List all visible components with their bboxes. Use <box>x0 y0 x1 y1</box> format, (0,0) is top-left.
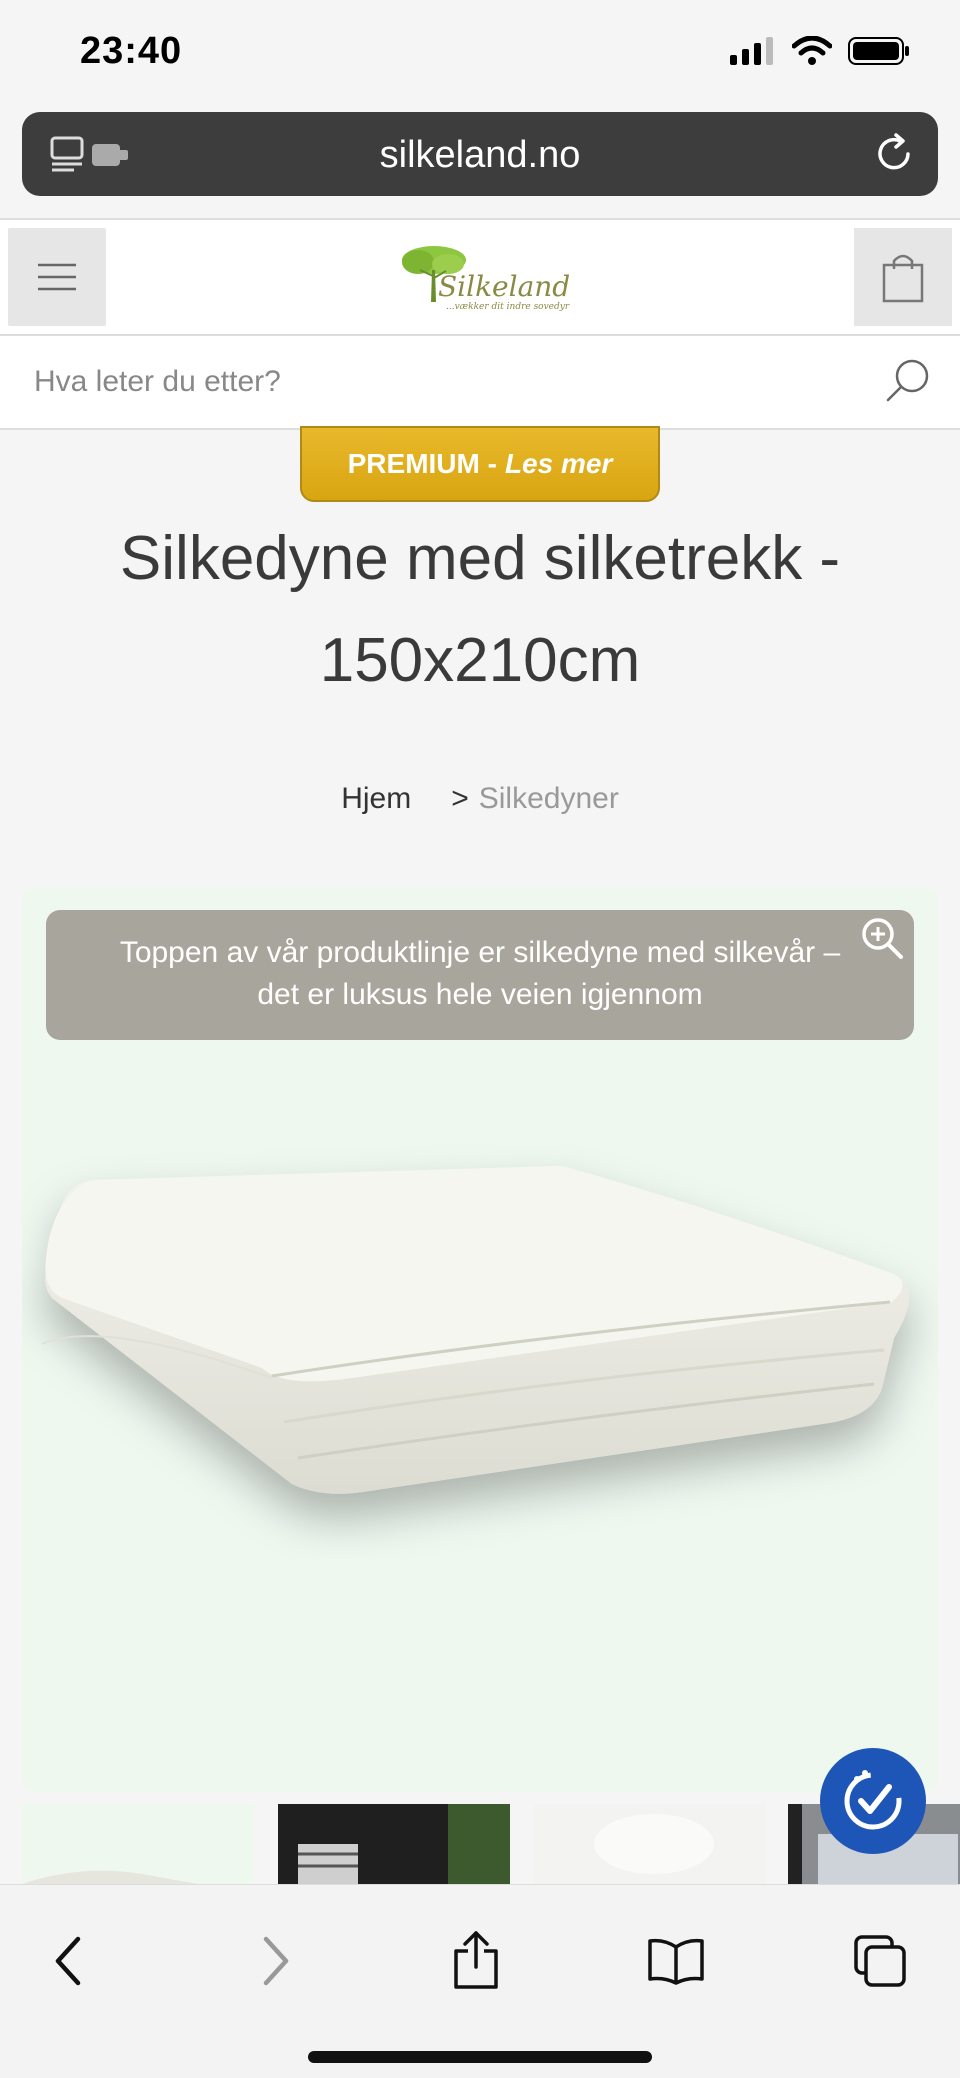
breadcrumb-home[interactable]: Hjem <box>341 782 411 816</box>
site-header: Silkeland ...vækker dit indre sovedyr <box>0 218 960 336</box>
product-content: PREMIUM - Les mer Silkedyne med silketre… <box>0 426 960 1894</box>
status-time: 23:40 <box>80 30 183 72</box>
menu-button[interactable] <box>8 228 106 326</box>
search-input[interactable] <box>34 356 854 408</box>
breadcrumb: Hjem > Silkedyner <box>0 782 960 816</box>
bookmarks-button[interactable] <box>636 1921 716 2001</box>
breadcrumb-current: Silkedyner <box>478 782 619 815</box>
premium-label: PREMIUM - <box>347 448 497 479</box>
read-more-link[interactable]: Les mer <box>505 448 612 480</box>
home-indicator <box>308 2051 652 2063</box>
signal-icon <box>730 37 773 65</box>
cart-button[interactable] <box>854 228 952 326</box>
chevron-right-icon <box>263 1936 289 1986</box>
wifi-icon <box>792 36 832 65</box>
logo-text: Silkeland <box>438 270 571 303</box>
product-title: Silkedyne med silketrekk - 150x210cm <box>119 524 841 695</box>
status-icons <box>730 36 910 66</box>
browser-toolbar <box>0 1884 960 2078</box>
book-icon <box>648 1938 704 1985</box>
breadcrumb-separator: > <box>451 782 469 815</box>
url-text[interactable]: silkeland.no <box>22 134 938 177</box>
logo-tagline: ...vækker dit indre sovedyr <box>446 302 570 312</box>
hamburger-icon <box>38 263 76 291</box>
accessibility-icon <box>844 1770 902 1830</box>
chevron-left-icon <box>55 1936 81 1986</box>
duvet-product-image <box>41 1166 909 1494</box>
thumbnail-3[interactable] <box>534 1804 766 1894</box>
address-bar[interactable]: silkeland.no <box>22 112 938 196</box>
thumbnail-strip <box>22 1804 960 1894</box>
share-button[interactable] <box>436 1921 516 2001</box>
image-caption: Toppen av vår produktlinje er silkedyne … <box>46 910 914 1040</box>
shopping-bag-icon <box>882 254 924 303</box>
reload-icon[interactable] <box>872 132 916 181</box>
thumbnail-2[interactable] <box>278 1804 510 1894</box>
thumbnail-1[interactable] <box>22 1804 254 1894</box>
back-button[interactable] <box>28 1921 108 2001</box>
accessibility-button[interactable] <box>820 1748 926 1854</box>
search-icon[interactable] <box>884 356 932 409</box>
premium-badge[interactable]: PREMIUM - Les mer <box>300 426 660 502</box>
forward-button[interactable] <box>236 1921 316 2001</box>
search-bar <box>0 336 960 430</box>
product-image-gallery[interactable]: Toppen av vår produktlinje er silkedyne … <box>22 888 938 1792</box>
battery-icon <box>848 37 909 65</box>
zoom-button[interactable] <box>852 908 912 968</box>
zoom-in-icon <box>862 918 903 959</box>
site-logo[interactable]: Silkeland ...vækker dit indre sovedyr <box>398 240 571 320</box>
share-icon <box>454 1931 498 1989</box>
tabs-button[interactable] <box>840 1921 920 2001</box>
status-bar: 23:40 <box>0 0 960 105</box>
tabs-icon <box>854 1935 906 1987</box>
